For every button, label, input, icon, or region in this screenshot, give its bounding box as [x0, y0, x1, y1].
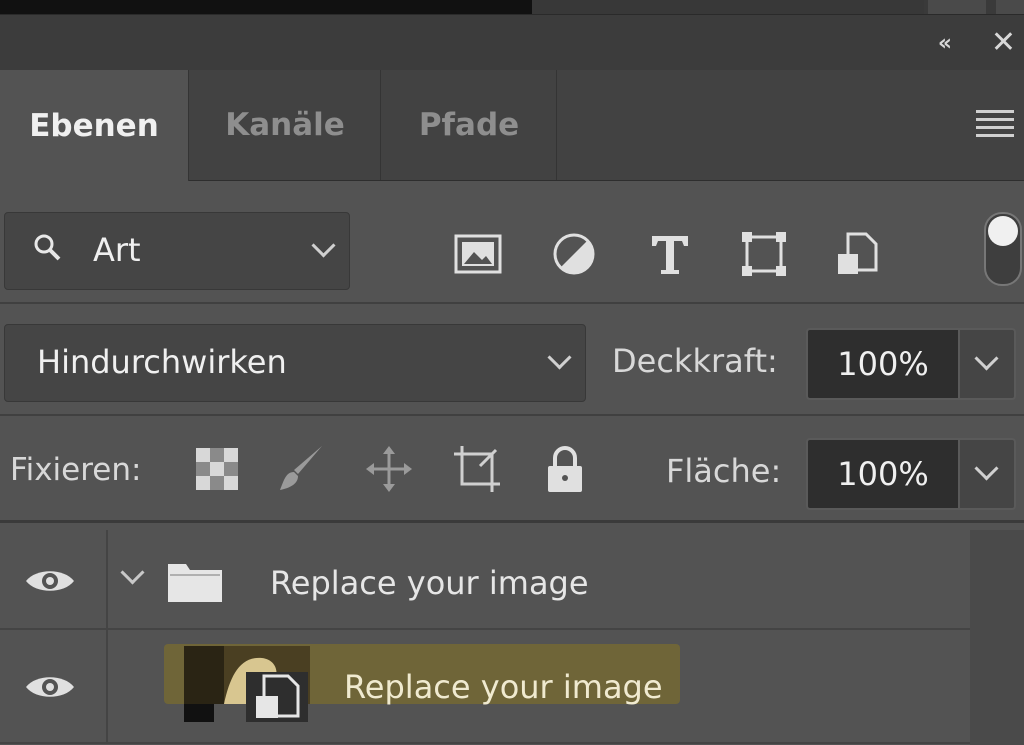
blend-mode-select[interactable]: Hindurchwirken	[4, 324, 586, 402]
smart-object-filter-icon[interactable]	[834, 230, 882, 278]
lock-image-pixels-icon[interactable]	[276, 444, 326, 494]
layers-scrollbar[interactable]	[970, 530, 1024, 745]
toggle-knob	[988, 216, 1018, 246]
visibility-column	[0, 530, 108, 628]
layer-name: Replace your image	[344, 668, 663, 706]
top-strip-mid	[532, 0, 924, 14]
layer-row-smart-object[interactable]: Replace your image	[0, 630, 970, 744]
lock-artboard-icon[interactable]	[452, 444, 502, 494]
opacity-label: Deckkraft:	[612, 342, 778, 380]
top-strip-button[interactable]	[928, 0, 986, 14]
top-strip-button[interactable]	[996, 0, 1024, 14]
opacity-dropdown[interactable]	[960, 328, 1016, 400]
eye-icon[interactable]	[24, 566, 76, 596]
fill-field[interactable]: 100%	[806, 438, 960, 510]
collapse-panels-icon[interactable]: ‹‹	[938, 31, 952, 56]
filter-kind-label: Art	[93, 231, 141, 269]
lock-transparent-pixels-icon[interactable]	[192, 444, 242, 494]
chevron-down-icon	[974, 456, 999, 481]
search-icon	[34, 234, 61, 261]
eye-icon[interactable]	[24, 672, 76, 702]
fill-label: Fläche:	[666, 452, 782, 490]
chevron-down-icon	[974, 346, 999, 371]
adjustment-filter-icon[interactable]	[550, 230, 598, 278]
layer-row-group[interactable]: Replace your image	[0, 530, 970, 630]
panel-header-bar: ‹‹ ✕	[0, 14, 1024, 71]
lock-label: Fixieren:	[10, 452, 142, 488]
panel-menu-icon[interactable]	[976, 110, 1014, 142]
filter-row: Art	[0, 200, 1024, 304]
divider	[0, 302, 1024, 304]
tab-paths[interactable]: Pfade	[382, 70, 557, 180]
layer-thumbnail	[184, 646, 310, 722]
lock-position-icon[interactable]	[364, 444, 414, 494]
divider	[0, 414, 1024, 416]
type-filter-icon[interactable]	[646, 230, 694, 278]
blend-mode-label: Hindurchwirken	[37, 343, 287, 381]
chevron-down-icon[interactable]	[120, 560, 145, 585]
visibility-column	[0, 630, 108, 742]
panel-tabs: Ebenen Kanäle Pfade	[0, 70, 1024, 181]
layer-name: Replace your image	[270, 564, 589, 602]
image-filter-icon[interactable]	[454, 230, 502, 278]
tab-layers[interactable]: Ebenen	[0, 70, 189, 181]
shape-filter-icon[interactable]	[740, 230, 788, 278]
lock-all-icon[interactable]	[540, 444, 590, 494]
fill-dropdown[interactable]	[960, 438, 1016, 510]
divider	[0, 520, 1024, 523]
window-top-strip	[0, 0, 1024, 14]
chevron-down-icon	[311, 233, 336, 258]
opacity-field[interactable]: 100%	[806, 328, 960, 400]
canvas-edge	[0, 0, 532, 14]
filter-kind-select[interactable]: Art	[4, 212, 350, 290]
close-icon[interactable]: ✕	[991, 25, 1016, 60]
folder-icon	[168, 564, 222, 602]
tab-channels[interactable]: Kanäle	[190, 70, 381, 180]
filter-toggle[interactable]	[984, 212, 1022, 286]
chevron-down-icon	[547, 345, 572, 370]
layers-list: Replace your image Replace your image	[0, 530, 1024, 745]
